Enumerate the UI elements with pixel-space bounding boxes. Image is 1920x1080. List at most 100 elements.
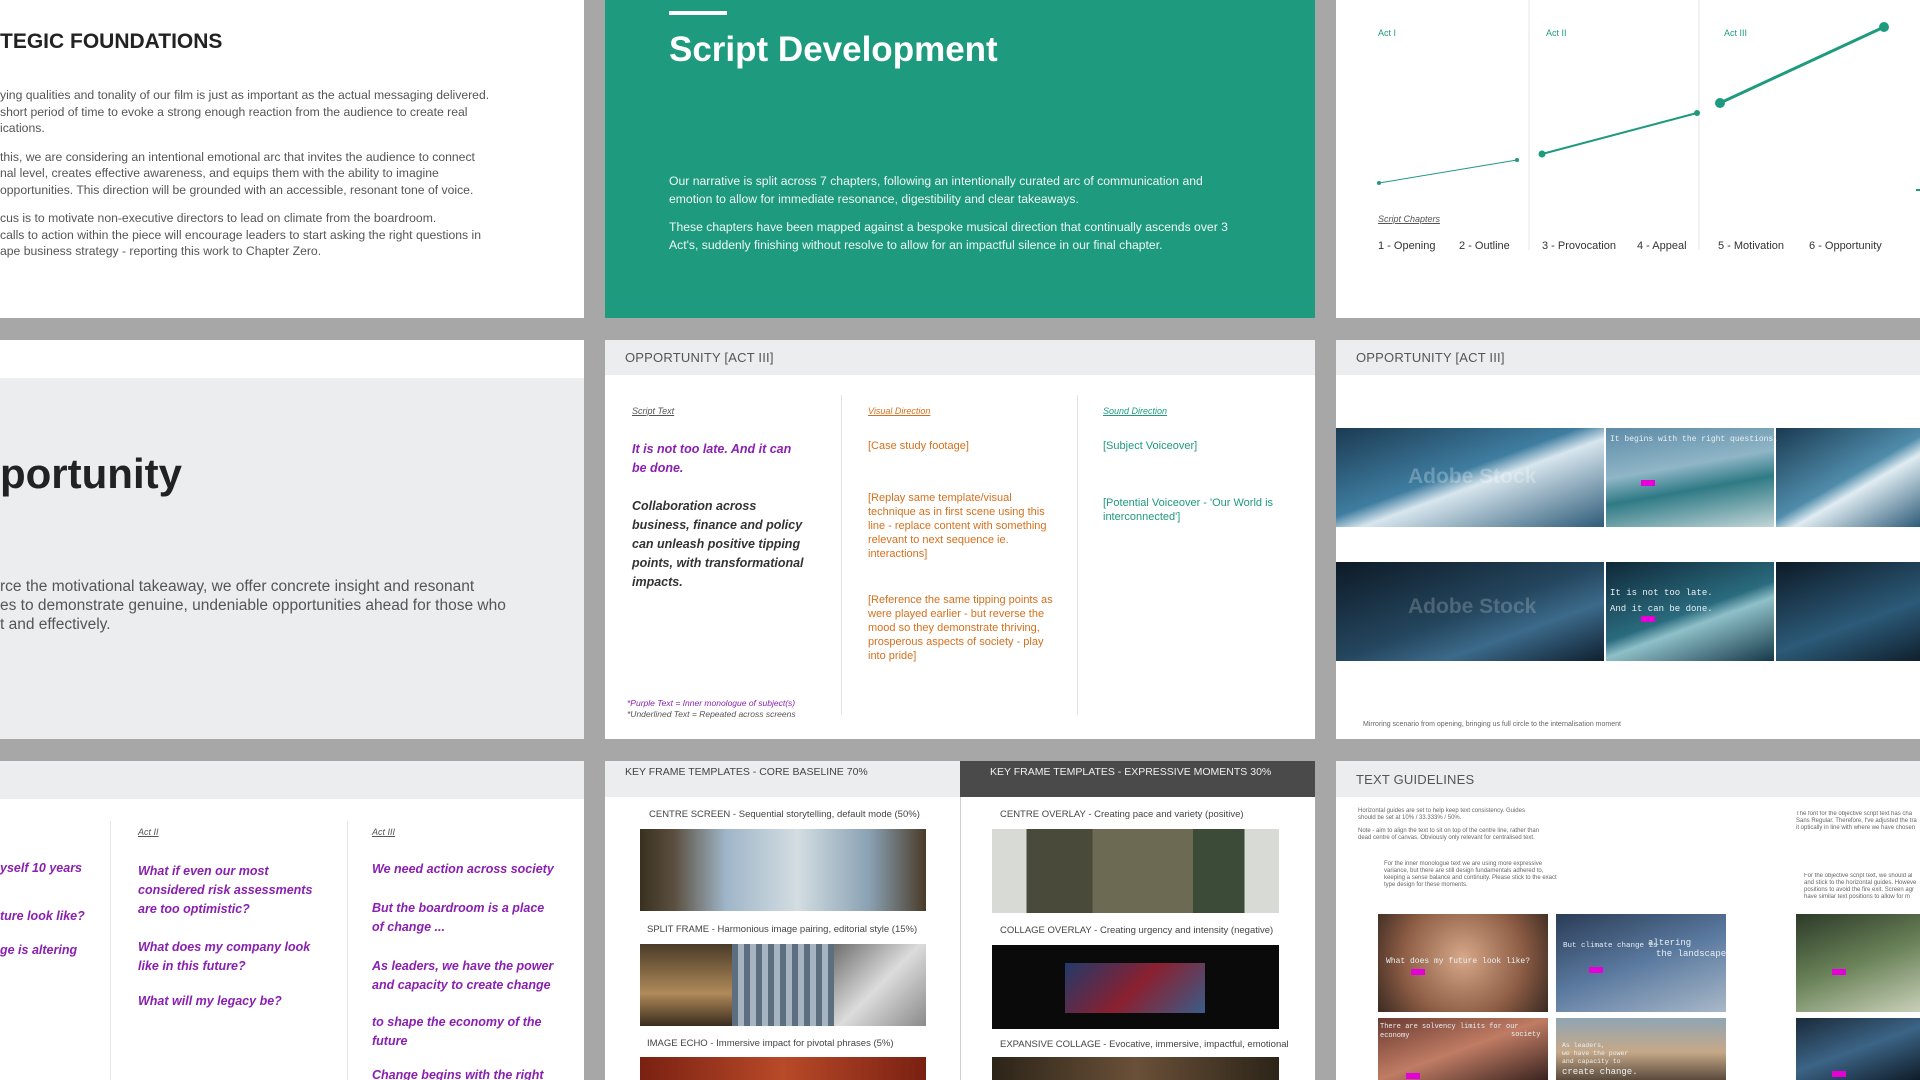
body-line: this, we are considering an intentional … — [0, 149, 475, 164]
col-label: Act III — [372, 827, 396, 837]
guide-note: For the objective script text, we should… — [1804, 873, 1917, 900]
frame-caption: It is not too late. — [1610, 588, 1713, 598]
watermark: Adobe Stock — [1408, 595, 1537, 618]
body-line: t and effectively. — [0, 616, 111, 633]
act-label: Act II — [1546, 28, 1567, 38]
script-line: ture look like? — [0, 909, 85, 923]
col-label: Visual Direction — [868, 406, 931, 416]
slide-header: TEXT GUIDELINES — [1336, 761, 1920, 797]
act2-end-point — [1694, 110, 1700, 116]
highlight-marker — [1406, 1073, 1420, 1079]
footer-note: Mirroring scenario from opening, bringin… — [1363, 721, 1621, 728]
act-label: Act III — [1724, 28, 1748, 38]
guide-note: Note - aim to align the text to sit on t… — [1358, 828, 1540, 841]
script-line: to shape the economy of the future — [372, 1015, 542, 1048]
highlight-marker — [1641, 480, 1655, 486]
sound-text: [Subject Voiceover] — [1103, 440, 1198, 452]
script-line: But the boardroom is a place of change .… — [372, 901, 545, 934]
slide-chapters-chart[interactable]: Act I Act II Act III Script Chapters 1 -… — [1336, 0, 1920, 318]
legend-note: *Underlined Text = Repeated across scree… — [627, 709, 796, 719]
template-thumbnail — [992, 829, 1279, 913]
chapter-label: 6 - Opportunity — [1809, 240, 1882, 252]
column-divider — [1077, 395, 1078, 715]
script-line: ge is altering — [0, 943, 78, 957]
slide-header-label: OPPORTUNITY [ACT III] — [1356, 350, 1505, 365]
template-thumbnail — [640, 944, 732, 1026]
guide-thumbnail — [1796, 1018, 1920, 1080]
guide-caption: the landscape — [1656, 949, 1727, 959]
slide-header-label: OPPORTUNITY [ACT III] — [625, 350, 774, 365]
script-text: Collaboration across business, finance a… — [632, 499, 804, 589]
slide-opportunity-table[interactable]: OPPORTUNITY [ACT III] Script Text Visual… — [605, 340, 1315, 739]
guide-caption: As leaders, — [1562, 1042, 1605, 1049]
visual-text: [Replay same template/visual technique a… — [868, 492, 1047, 560]
chapter-label: 3 - Provocation — [1542, 240, 1616, 252]
body-line: nal level, creates effective awareness, … — [0, 166, 439, 180]
slide-header: OPPORTUNITY [ACT III] — [1336, 340, 1920, 375]
body-line: short period of time to evoke a strong e… — [0, 104, 468, 119]
highlight-marker — [1411, 969, 1425, 975]
col-label: Sound Direction — [1103, 406, 1168, 416]
slide-strategic-foundations[interactable]: TEGIC FOUNDATIONS ying qualities and ton… — [0, 0, 584, 318]
chapter-label: 4 - Appeal — [1637, 240, 1687, 252]
act3-line — [1719, 25, 1885, 105]
slide-title: Script Development — [669, 30, 998, 69]
guide-note: For the inner monologue text we are usin… — [1384, 861, 1557, 888]
sound-text: [Potential Voiceover - 'Our World is int… — [1103, 497, 1274, 523]
guide-caption: and capacity to — [1562, 1058, 1621, 1065]
guide-caption: society — [1511, 1031, 1541, 1039]
top-band — [0, 340, 584, 378]
slide-header: OPPORTUNITY [ACT III] — [605, 340, 1315, 375]
body-line: opportunities. This direction will be gr… — [0, 182, 474, 197]
act1-line — [1378, 159, 1518, 184]
col-label: Act II — [138, 827, 159, 837]
legend-note: *Purple Text = Inner monologue of subjec… — [627, 698, 796, 708]
template-thumbnail — [1065, 963, 1205, 1013]
slide-title: portunity — [0, 450, 182, 497]
act3-end-point — [1879, 22, 1889, 32]
frame-image — [1776, 562, 1920, 661]
chapter-label: 1 - Opening — [1378, 240, 1436, 252]
chapter-arc-chart — [1377, 0, 1920, 250]
top-band — [0, 761, 584, 799]
slide-opportunity-title[interactable]: portunity rce the motivational takeaway,… — [0, 340, 584, 739]
slide-opportunity-frames[interactable]: OPPORTUNITY [ACT III] Adobe Stock It beg… — [1336, 340, 1920, 739]
guide-caption: create change. — [1562, 1067, 1638, 1077]
slide-script-development[interactable]: Script Development Our narrative is spli… — [605, 0, 1315, 318]
frame-caption: And it can be done. — [1610, 604, 1713, 614]
guide-note: Horizontal guides are set to help keep t… — [1358, 808, 1525, 821]
column-divider — [110, 821, 111, 1080]
template-label: SPLIT FRAME - Harmonious image pairing, … — [647, 924, 918, 935]
script-text: It is not too late. And it can be done. — [632, 442, 792, 475]
script-line: What if even our most considered risk as… — [138, 864, 313, 916]
slide-header-label: TEXT GUIDELINES — [1356, 772, 1475, 787]
header-label: KEY FRAME TEMPLATES - CORE BASELINE 70% — [625, 766, 868, 778]
column-divider — [347, 821, 348, 1080]
template-thumbnail — [992, 1057, 1279, 1080]
frame-image — [1776, 428, 1920, 527]
body-line: Our narrative is split across 7 chapters… — [669, 174, 1203, 188]
highlight-marker — [1589, 967, 1603, 973]
slide-text-guidelines[interactable]: TEXT GUIDELINES Horizontal guides are se… — [1336, 761, 1920, 1080]
chapter-label: 2 - Outline — [1459, 240, 1510, 252]
script-line: Change begins with the right — [372, 1068, 544, 1080]
slide-title: TEGIC FOUNDATIONS — [0, 30, 223, 53]
chapter-label: 5 - Motivation — [1718, 240, 1785, 252]
watermark: Adobe Stock — [1408, 465, 1537, 488]
body-line: cus is to motivate non-executive directo… — [0, 211, 437, 225]
slide-keyframe-templates[interactable]: KEY FRAME TEMPLATES - CORE BASELINE 70% … — [605, 761, 1315, 1080]
slide-acts-script[interactable]: Act II Act III yself 10 years ture look … — [0, 761, 584, 1080]
visual-text: [Case study footage] — [868, 440, 969, 452]
guide-caption: altering — [1648, 938, 1692, 948]
guide-thumbnail — [1556, 914, 1726, 1012]
template-thumbnail — [640, 1057, 926, 1080]
visual-text: [Reference the same tipping points as we… — [868, 594, 1053, 662]
header-label: KEY FRAME TEMPLATES - EXPRESSIVE MOMENTS… — [990, 766, 1272, 778]
script-line: What will my legacy be? — [138, 994, 282, 1008]
body-line: emotion to allow for immediate resonance… — [669, 192, 1079, 206]
body-line: ications. — [0, 121, 45, 135]
highlight-marker — [1641, 616, 1655, 622]
act1-start-point — [1377, 181, 1381, 185]
guide-thumbnail — [1796, 914, 1920, 1012]
template-label: COLLAGE OVERLAY - Creating urgency and i… — [1000, 925, 1274, 936]
